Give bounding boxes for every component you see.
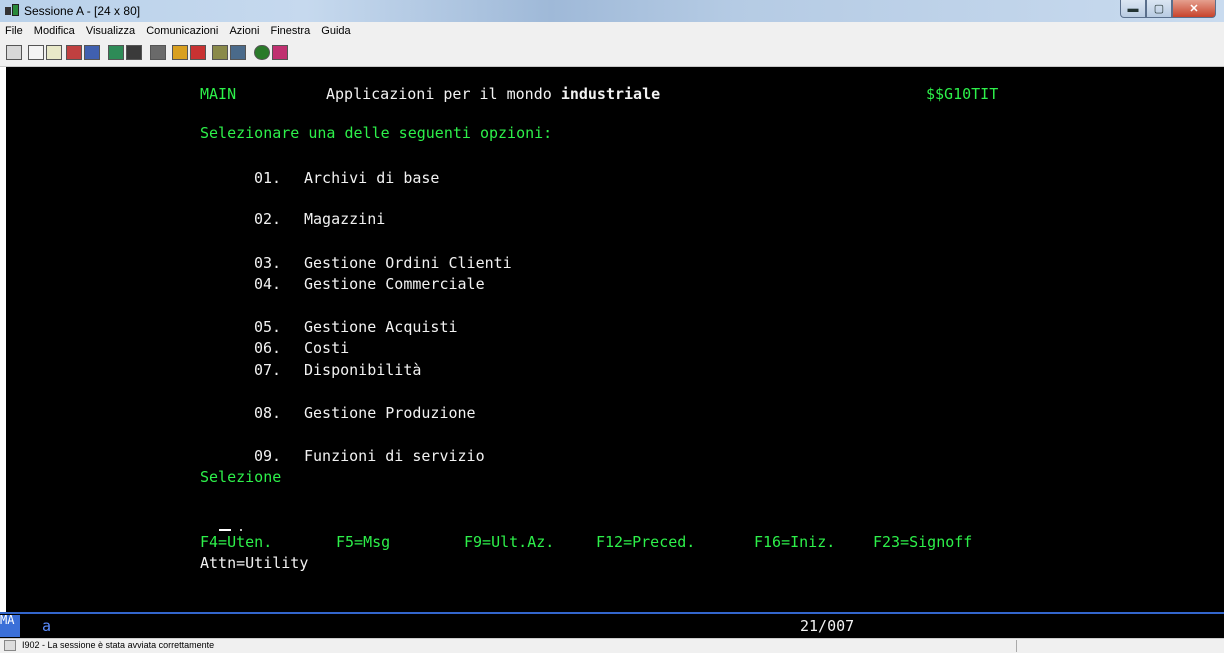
- option-07-label: Disponibilità: [304, 361, 422, 379]
- attn-key[interactable]: Attn=Utility: [200, 554, 308, 572]
- option-05-num: 05.: [254, 318, 282, 336]
- disconnect-icon[interactable]: [230, 45, 246, 60]
- keyboard-icon[interactable]: [126, 45, 142, 60]
- close-button[interactable]: ✕: [1172, 0, 1216, 18]
- fkey-f16[interactable]: F16=Iniz.: [754, 533, 835, 551]
- fkey-f23[interactable]: F23=Signoff: [873, 533, 972, 551]
- status-message: I902 - La sessione è stata avviata corre…: [22, 640, 215, 650]
- option-02-num: 02.: [254, 210, 282, 228]
- option-04-label: Gestione Commerciale: [304, 275, 485, 293]
- menu-guida[interactable]: Guida: [321, 22, 350, 40]
- menu-azioni[interactable]: Azioni: [229, 22, 259, 40]
- send-icon[interactable]: [66, 45, 82, 60]
- fkey-f9[interactable]: F9=Ult.Az.: [464, 533, 554, 551]
- program-name: $$G10TIT: [926, 85, 999, 103]
- status-divider: [1016, 640, 1017, 652]
- option-01-num: 01.: [254, 169, 282, 187]
- stop-macro-icon[interactable]: [190, 45, 206, 60]
- maximize-button[interactable]: ▢: [1146, 0, 1172, 18]
- option-09-num: 09.: [254, 447, 282, 465]
- globe-icon[interactable]: [254, 45, 270, 60]
- terminal-screen[interactable]: MAIN Applicazioni per il mondo industria…: [6, 67, 1224, 612]
- menu-visualizza[interactable]: Visualizza: [86, 22, 135, 40]
- status-bar: I902 - La sessione è stata avviata corre…: [0, 638, 1224, 653]
- title-bar: Sessione A - [24 x 80] ▬ ▢ ✕: [0, 0, 1224, 22]
- mode-indicator: MA: [0, 614, 20, 637]
- menu-bar: File Modifica Visualizza Comunicazioni A…: [0, 22, 1224, 40]
- play-macro-icon[interactable]: [172, 45, 188, 60]
- option-07-num: 07.: [254, 361, 282, 379]
- option-06-num: 06.: [254, 339, 282, 357]
- option-06-label: Costi: [304, 339, 350, 357]
- record-macro-icon[interactable]: [150, 45, 166, 60]
- menu-comunicazioni[interactable]: Comunicazioni: [146, 22, 218, 40]
- copy-icon[interactable]: [28, 45, 44, 60]
- fkey-f5[interactable]: F5=Msg: [336, 533, 390, 551]
- option-09-label: Funzioni di servizio: [304, 447, 485, 465]
- cursor-position: 21/007: [800, 617, 855, 635]
- input-field-end: [240, 529, 242, 531]
- screen-title-bold: industriale: [560, 85, 661, 103]
- option-08-label: Gestione Produzione: [304, 404, 476, 422]
- menu-modifica[interactable]: Modifica: [34, 22, 75, 40]
- paste-icon[interactable]: [46, 45, 62, 60]
- prompt-text: Selezionare una delle seguenti opzioni:: [200, 124, 553, 142]
- fkey-f12[interactable]: F12=Preced.: [596, 533, 695, 551]
- screen-title-prefix: Applicazioni per il mondo: [326, 85, 561, 103]
- session-indicator: a: [42, 617, 52, 635]
- receive-icon[interactable]: [84, 45, 100, 60]
- menu-id: MAIN: [200, 85, 237, 103]
- menu-finestra[interactable]: Finestra: [270, 22, 310, 40]
- option-01-label: Archivi di base: [304, 169, 440, 187]
- option-05-label: Gestione Acquisti: [304, 318, 458, 336]
- display-icon[interactable]: [108, 45, 124, 60]
- menu-file[interactable]: File: [5, 22, 23, 40]
- operator-info-area: MA a 21/007: [0, 612, 1224, 638]
- option-03-label: Gestione Ordini Clienti: [304, 254, 512, 272]
- app-icon[interactable]: [5, 4, 19, 17]
- screen-title: Applicazioni per il mondo industriale: [326, 85, 660, 103]
- option-08-num: 08.: [254, 404, 282, 422]
- fkey-f4[interactable]: F4=Uten.: [200, 533, 272, 551]
- print-screen-icon[interactable]: [6, 45, 22, 60]
- edit-icon[interactable]: [272, 45, 288, 60]
- connect-icon[interactable]: [212, 45, 228, 60]
- option-02-label: Magazzini: [304, 210, 386, 228]
- selection-label: Selezione: [200, 468, 282, 486]
- toolbar: [0, 40, 1224, 67]
- window-title: Sessione A - [24 x 80]: [24, 4, 141, 18]
- minimize-button[interactable]: ▬: [1120, 0, 1146, 18]
- input-cursor[interactable]: [219, 529, 231, 531]
- option-03-num: 03.: [254, 254, 282, 272]
- option-04-num: 04.: [254, 275, 282, 293]
- connection-icon: [4, 640, 16, 651]
